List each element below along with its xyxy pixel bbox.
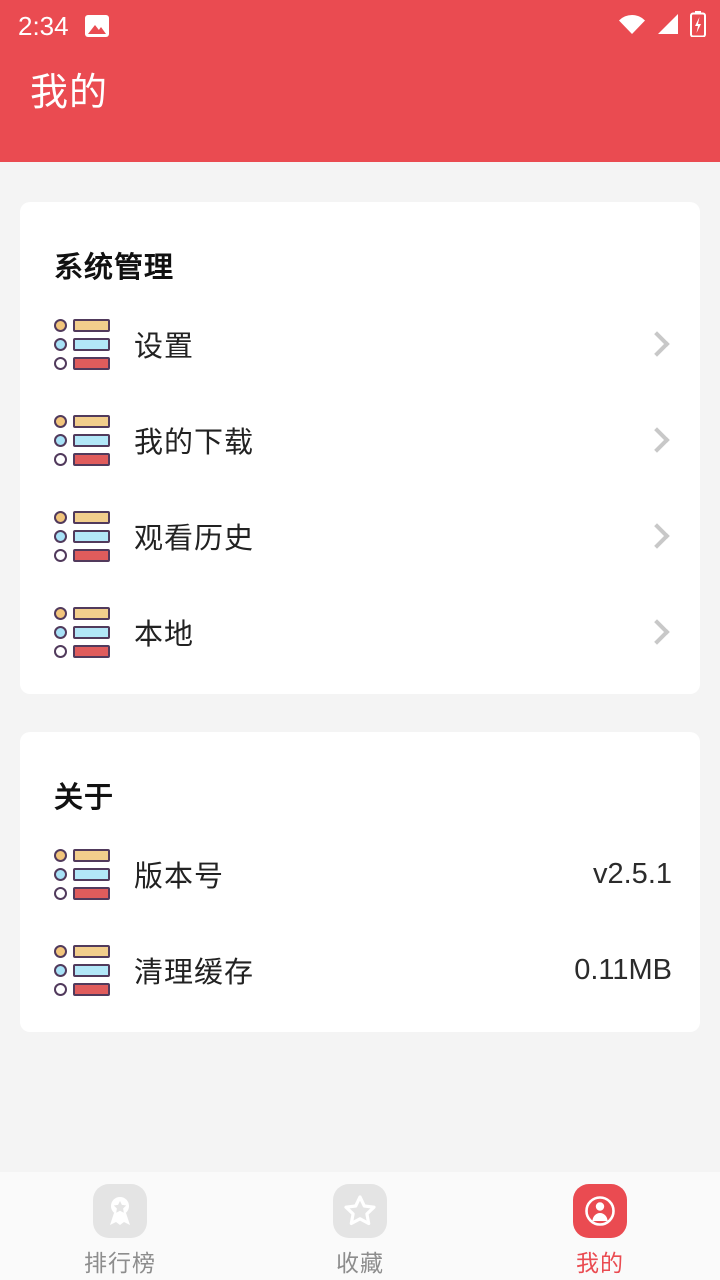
list-bullet-icon xyxy=(54,606,110,658)
nav-item-mine[interactable]: 我的 xyxy=(480,1184,720,1278)
signal-icon xyxy=(656,13,680,40)
page-title: 我的 xyxy=(30,72,109,114)
nav-item-rankings[interactable]: 排行榜 xyxy=(0,1184,240,1278)
row-clear-cache[interactable]: 清理缓存 0.11MB xyxy=(20,922,700,1018)
status-time: 2:34 xyxy=(18,11,69,41)
person-icon xyxy=(573,1184,627,1238)
list-bullet-icon xyxy=(54,944,110,996)
bottom-navigation: 排行榜 收藏 我的 xyxy=(0,1172,720,1280)
row-label: 设置 xyxy=(134,331,195,363)
row-label: 我的下载 xyxy=(134,427,255,459)
row-label: 版本号 xyxy=(134,861,225,893)
content-area: 系统管理 设置 我的下载 观看历史 本地 关于 版本号 v2.5.1 清理缓存 … xyxy=(0,162,720,1032)
chevron-right-icon xyxy=(644,619,670,645)
chevron-right-icon xyxy=(644,523,670,549)
wifi-icon xyxy=(618,13,646,40)
image-icon xyxy=(84,15,109,37)
status-bar: 2:34 xyxy=(0,0,720,52)
row-label: 清理缓存 xyxy=(134,957,255,989)
row-settings[interactable]: 设置 xyxy=(20,296,700,392)
row-local[interactable]: 本地 xyxy=(20,584,700,680)
medal-icon xyxy=(93,1184,147,1238)
status-left-icons xyxy=(84,15,109,37)
list-bullet-icon xyxy=(54,848,110,900)
card-system-management: 系统管理 设置 我的下载 观看历史 本地 xyxy=(20,202,700,694)
row-label: 本地 xyxy=(134,619,195,651)
nav-label-mine: 我的 xyxy=(576,1250,624,1276)
star-icon xyxy=(333,1184,387,1238)
nav-label-favorites: 收藏 xyxy=(336,1250,384,1276)
row-version[interactable]: 版本号 v2.5.1 xyxy=(20,826,700,922)
chevron-right-icon xyxy=(644,331,670,357)
nav-label-rankings: 排行榜 xyxy=(84,1250,156,1276)
row-watch-history[interactable]: 观看历史 xyxy=(20,488,700,584)
row-value-version: v2.5.1 xyxy=(593,857,672,890)
row-label: 观看历史 xyxy=(134,523,255,555)
list-bullet-icon xyxy=(54,318,110,370)
status-right-icons xyxy=(618,10,706,42)
card-about: 关于 版本号 v2.5.1 清理缓存 0.11MB xyxy=(20,732,700,1032)
card-title-system-management: 系统管理 xyxy=(54,252,175,284)
chevron-right-icon xyxy=(644,427,670,453)
row-my-downloads[interactable]: 我的下载 xyxy=(20,392,700,488)
list-bullet-icon xyxy=(54,510,110,562)
row-value-cache-size: 0.11MB xyxy=(574,953,672,986)
list-bullet-icon xyxy=(54,414,110,466)
card-title-about: 关于 xyxy=(54,782,115,814)
app-header: 2:34 我的 xyxy=(0,0,720,162)
battery-charging-icon xyxy=(690,10,706,42)
nav-item-favorites[interactable]: 收藏 xyxy=(240,1184,480,1278)
